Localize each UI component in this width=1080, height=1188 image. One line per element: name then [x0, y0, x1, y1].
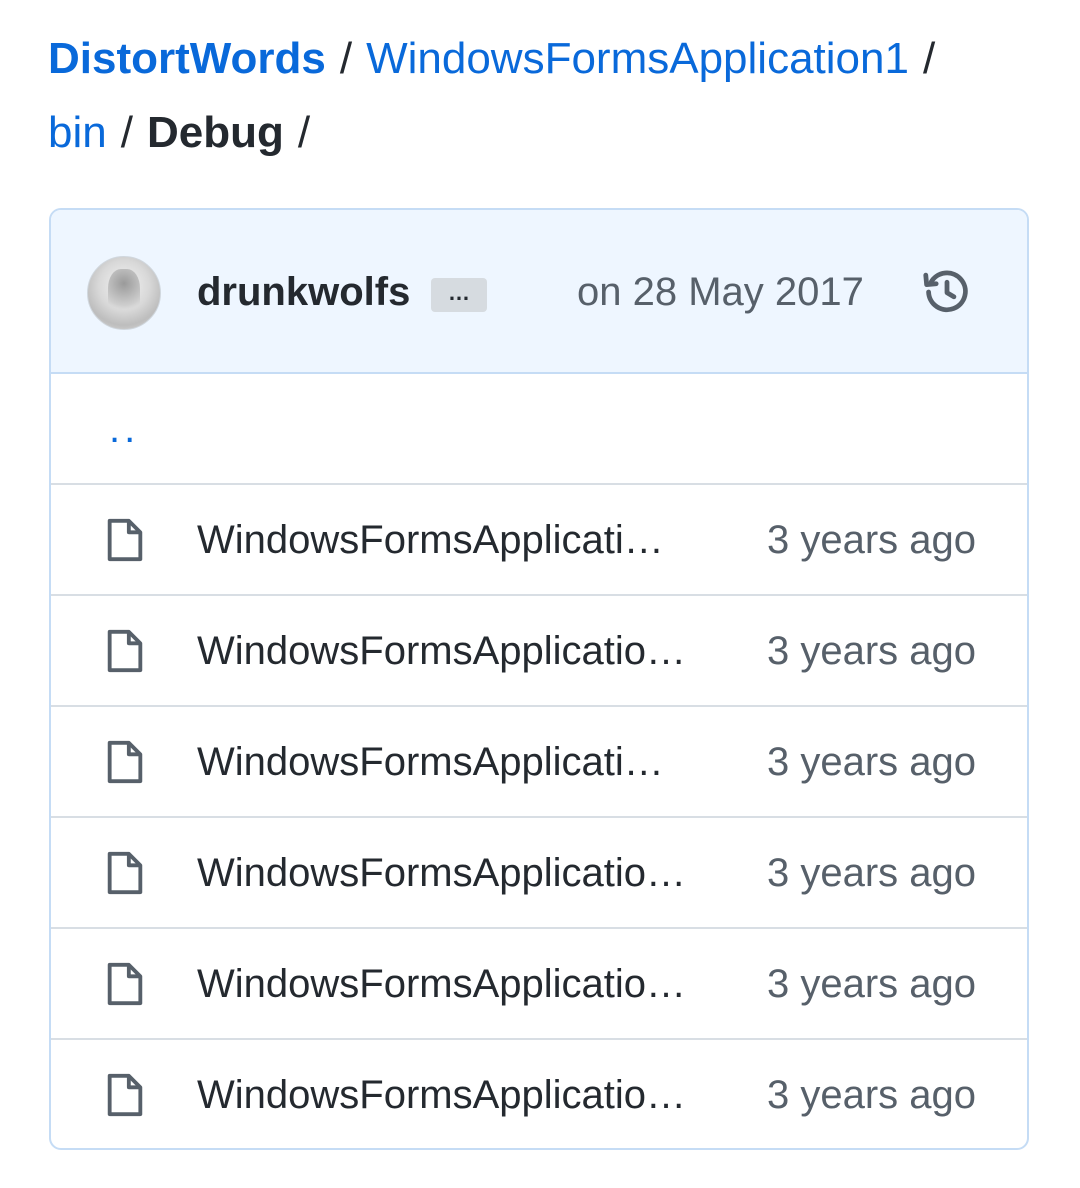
file-name-link[interactable]: WindowsFormsApplicatio… — [197, 955, 717, 1013]
file-row[interactable]: WindowsFormsApplicatio… 3 years ago — [51, 596, 1027, 707]
file-name-link[interactable]: WindowsFormsApplicati… — [197, 511, 717, 569]
file-name-link[interactable]: WindowsFormsApplicatio… — [197, 1066, 717, 1124]
file-row[interactable]: WindowsFormsApplicatio… 3 years ago — [51, 929, 1027, 1040]
file-row[interactable]: WindowsFormsApplicati… 3 years ago — [51, 707, 1027, 818]
breadcrumb-separator: / — [120, 108, 133, 157]
latest-commit-header: drunkwolfs … on 28 May 2017 — [51, 210, 1027, 374]
breadcrumb-separator: / — [922, 34, 936, 83]
file-row[interactable]: WindowsFormsApplicati… 3 years ago — [51, 485, 1027, 596]
parent-directory-row[interactable]: .. — [51, 374, 1027, 485]
breadcrumb-repo-link[interactable]: DistortWords — [48, 34, 326, 83]
breadcrumb-folder-link[interactable]: WindowsFormsApplication1 — [366, 34, 909, 83]
breadcrumb-separator: / — [339, 34, 353, 83]
commit-author-link[interactable]: drunkwolfs — [197, 264, 410, 320]
parent-directory-link[interactable]: .. — [109, 404, 139, 454]
commit-message-expand-button[interactable]: … — [431, 278, 487, 312]
commit-date: on 28 May 2017 — [577, 270, 864, 314]
file-name-link[interactable]: WindowsFormsApplicatio… — [197, 844, 717, 902]
file-browser: drunkwolfs … on 28 May 2017 .. WindowsFo… — [49, 208, 1029, 1150]
breadcrumb-current-folder: Debug — [146, 108, 284, 157]
file-row[interactable]: WindowsFormsApplicatio… 3 years ago — [51, 818, 1027, 929]
file-icon — [107, 629, 143, 673]
file-icon — [107, 1073, 143, 1117]
file-last-modified: 3 years ago — [767, 851, 977, 895]
file-icon — [107, 518, 143, 562]
file-icon — [107, 962, 143, 1006]
file-icon — [107, 851, 143, 895]
history-icon[interactable] — [921, 266, 973, 318]
file-row[interactable]: WindowsFormsApplicatio… 3 years ago — [51, 1040, 1027, 1148]
breadcrumb: DistortWords / WindowsFormsApplication1 / bi… — [48, 22, 1038, 170]
file-name-link[interactable]: WindowsFormsApplicatio… — [197, 622, 717, 680]
file-last-modified: 3 years ago — [767, 740, 977, 784]
avatar[interactable] — [87, 256, 161, 330]
file-last-modified: 3 years ago — [767, 629, 977, 673]
breadcrumb-folder-link[interactable]: bin — [48, 108, 107, 157]
file-name-link[interactable]: WindowsFormsApplicati… — [197, 733, 717, 791]
avatar-image — [108, 269, 140, 317]
file-icon — [107, 740, 143, 784]
file-last-modified: 3 years ago — [767, 962, 977, 1006]
file-last-modified: 3 years ago — [767, 518, 977, 562]
file-last-modified: 3 years ago — [767, 1073, 977, 1117]
breadcrumb-separator: / — [297, 108, 311, 157]
